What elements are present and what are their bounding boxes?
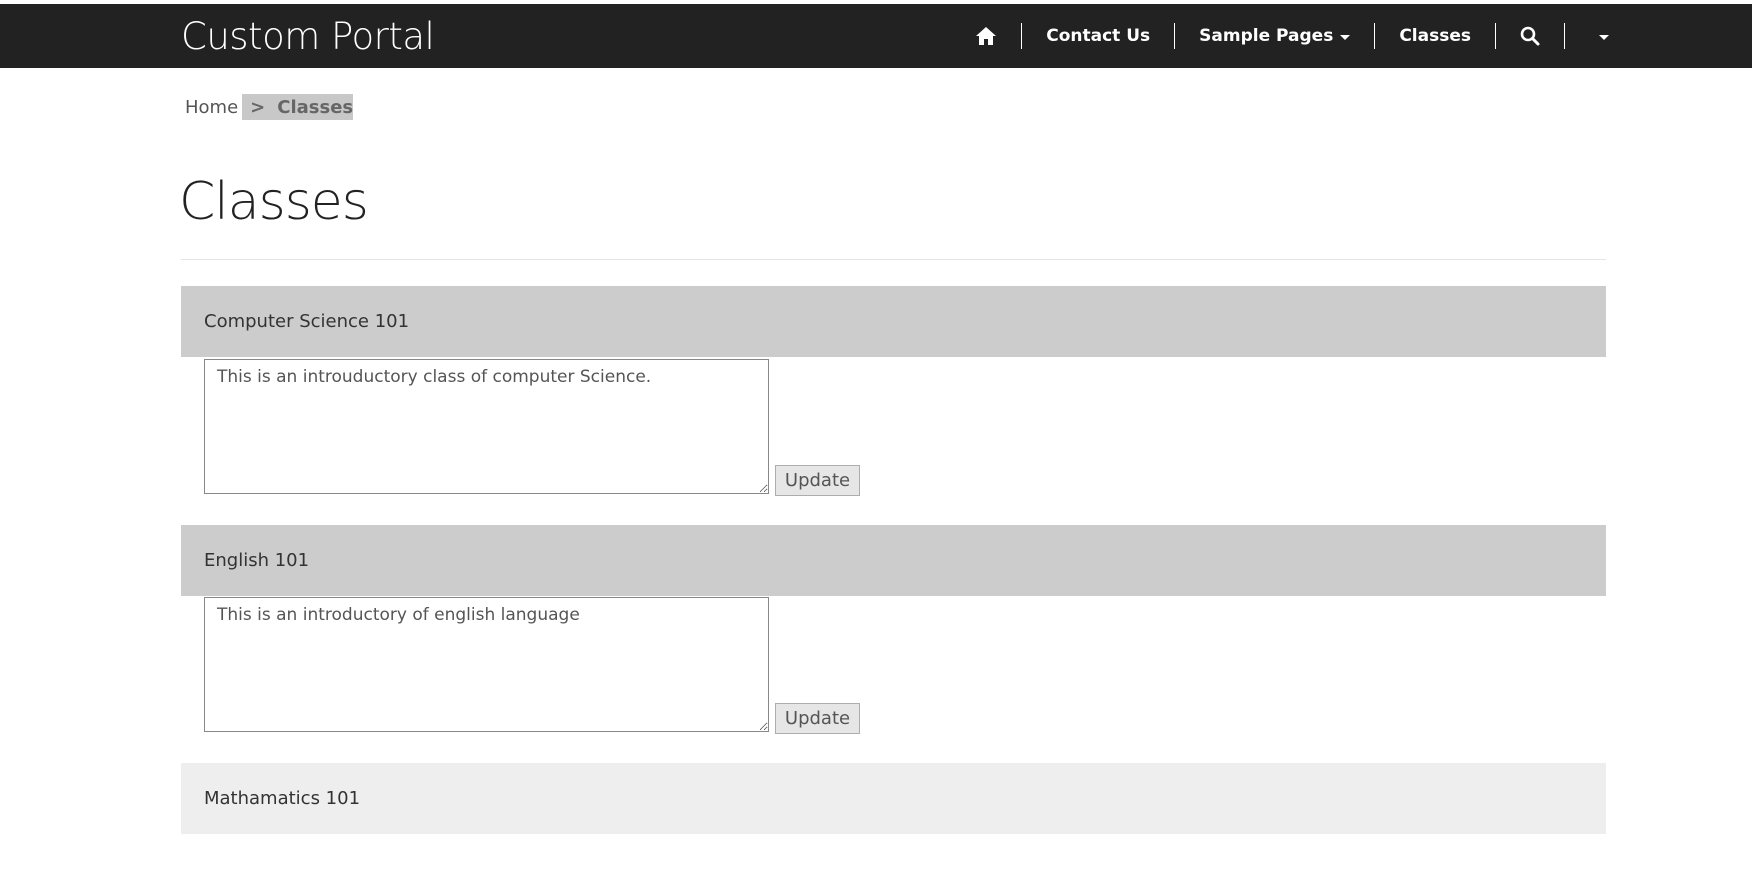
breadcrumb-current-label: Classes	[277, 96, 354, 118]
class-header-english[interactable]: English 101	[181, 525, 1606, 596]
nav-sample-pages-label: Sample Pages	[1199, 26, 1334, 46]
search-icon[interactable]	[1496, 26, 1564, 46]
page-title: Classes	[179, 172, 369, 232]
update-button[interactable]: Update	[775, 465, 860, 496]
nav-sample-pages[interactable]: Sample Pages	[1175, 26, 1374, 46]
breadcrumb: Home > Classes	[181, 94, 354, 120]
breadcrumb-current: > Classes	[242, 94, 354, 120]
class-description-field[interactable]: This is an introductory of english langu…	[204, 597, 769, 732]
main-nav: Contact Us Sample Pages Classes	[951, 4, 1609, 68]
update-button[interactable]: Update	[775, 703, 860, 734]
nav-contact-us[interactable]: Contact Us	[1022, 26, 1174, 46]
breadcrumb-separator: >	[250, 96, 266, 118]
user-menu-toggle[interactable]	[1565, 33, 1609, 40]
nav-classes[interactable]: Classes	[1375, 26, 1495, 46]
top-navbar: Custom Portal Contact Us Sample Pages Cl…	[0, 4, 1752, 68]
home-icon[interactable]	[951, 26, 1021, 46]
title-divider	[181, 259, 1606, 260]
brand-logo[interactable]: Custom Portal	[181, 15, 435, 58]
breadcrumb-home-link[interactable]: Home	[181, 97, 242, 118]
caret-down-icon	[1599, 34, 1609, 40]
class-description-field[interactable]: This is an introuductory class of comput…	[204, 359, 769, 494]
class-header-computer-science[interactable]: Computer Science 101	[181, 286, 1606, 357]
class-header-mathematics[interactable]: Mathamatics 101	[181, 763, 1606, 834]
chevron-down-icon	[1340, 34, 1351, 40]
